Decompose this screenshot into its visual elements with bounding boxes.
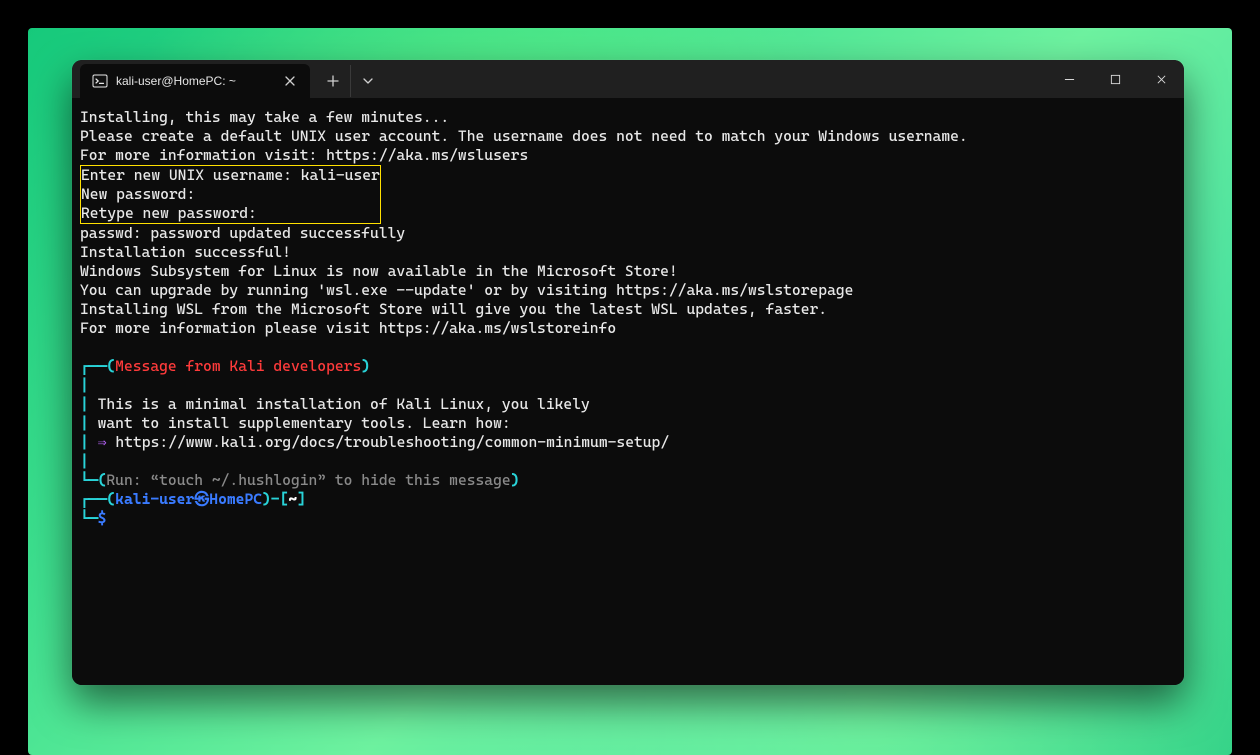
output-line: Installing, this may take a few minutes.…	[80, 108, 449, 126]
box-side-icon: |	[80, 452, 89, 470]
maximize-button[interactable]	[1092, 60, 1138, 98]
window-buttons	[1046, 60, 1184, 98]
output-line: Enter new UNIX username: kali-user	[81, 166, 380, 184]
output-line: For more information visit: https://aka.…	[80, 146, 528, 164]
close-button[interactable]	[1138, 60, 1184, 98]
output-line: For more information please visit https:…	[80, 319, 616, 337]
kali-message-line: This is a minimal installation of Kali L…	[98, 395, 590, 413]
prompt-corner-icon: └─	[80, 509, 98, 527]
kali-message-line: want to install supplementary tools. Lea…	[98, 414, 511, 432]
output-line: Retype new password:	[81, 204, 257, 222]
new-tab-button[interactable]	[316, 65, 350, 97]
tab-close-button[interactable]	[280, 71, 300, 91]
output-line: Windows Subsystem for Linux is now avail…	[80, 262, 678, 280]
tab-active[interactable]: kali-user@HomePC: ~	[80, 64, 310, 98]
cursor[interactable]	[106, 509, 115, 527]
output-line: New password:	[81, 185, 195, 203]
kali-message-title: Message from Kali developers	[115, 357, 361, 375]
at-icon: ㉿	[194, 490, 209, 508]
hushlogin-hint: Run: “touch ~/.hushlogin” to hide this m…	[106, 471, 510, 489]
desktop: kali-user@HomePC: ~	[0, 0, 1260, 755]
output-line: Installation successful!	[80, 243, 291, 261]
highlight-box: Enter new UNIX username: kali-user New p…	[80, 165, 381, 224]
box-side-icon: |	[80, 376, 89, 394]
box-side-icon: |	[80, 433, 89, 451]
titlebar: kali-user@HomePC: ~	[72, 60, 1184, 98]
tab-title: kali-user@HomePC: ~	[116, 74, 236, 88]
prompt-corner-icon: ┌──(	[80, 490, 115, 508]
output-line: You can upgrade by running 'wsl.exe --up…	[80, 281, 853, 299]
terminal-content[interactable]: Installing, this may take a few minutes.…	[72, 98, 1184, 685]
prompt-path: ~	[288, 490, 297, 508]
minimize-button[interactable]	[1046, 60, 1092, 98]
output-line: Installing WSL from the Microsoft Store …	[80, 300, 827, 318]
tab-controls	[316, 60, 384, 98]
prompt-host: HomePC	[209, 490, 262, 508]
tab-dropdown-button[interactable]	[350, 65, 384, 97]
output-line: Please create a default UNIX user accoun…	[80, 127, 968, 145]
box-corner-icon: ┌──(	[80, 357, 115, 375]
terminal-icon	[92, 73, 108, 89]
box-side-icon: |	[80, 395, 89, 413]
prompt-user: kali-user	[115, 490, 194, 508]
arrow-icon: ⇒	[98, 433, 107, 451]
kali-message-url: https://www.kali.org/docs/troubleshootin…	[115, 433, 669, 451]
output-line: passwd: password updated successfully	[80, 224, 405, 242]
terminal-window: kali-user@HomePC: ~	[72, 60, 1184, 685]
box-corner-icon: └─(	[80, 471, 106, 489]
box-side-icon: |	[80, 414, 89, 432]
